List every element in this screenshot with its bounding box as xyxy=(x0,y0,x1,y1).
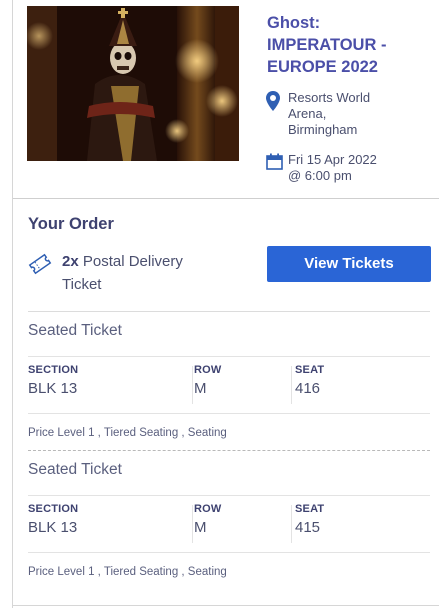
date-info: Fri 15 Apr 2022 @ 6:00 pm xyxy=(266,152,439,184)
event-title-line: Ghost: xyxy=(267,14,321,32)
column-divider xyxy=(192,505,193,543)
event-title-line: IMPERATOUR - xyxy=(267,36,387,54)
row-label: ROW xyxy=(194,364,222,376)
map-pin-icon xyxy=(266,91,288,138)
row-value: M xyxy=(194,380,207,397)
seat-value: 416 xyxy=(295,380,321,397)
event-time: @ 6:00 pm xyxy=(288,168,352,183)
ticket-divider xyxy=(28,495,430,496)
row-column: ROW M xyxy=(194,503,221,536)
column-divider xyxy=(291,366,292,404)
order-panel: Your Order 2x Postal Delivery Ticket Vie… xyxy=(13,199,439,605)
price-level: Price Level 1 , Tiered Seating , Seating xyxy=(28,566,227,578)
ticket-card: Seated Ticket SECTION BLK 13 ROW M SEAT … xyxy=(28,451,430,591)
ticket-icon xyxy=(28,252,62,296)
column-divider xyxy=(192,366,193,404)
event-title[interactable]: Ghost: IMPERATOUR - EUROPE 2022 xyxy=(267,12,437,78)
ticket-card: Seated Ticket SECTION BLK 13 ROW M SEAT … xyxy=(28,312,430,452)
section-label: SECTION xyxy=(28,503,79,515)
view-tickets-button[interactable]: View Tickets xyxy=(267,246,431,282)
seat-value: 415 xyxy=(295,519,321,536)
venue-info: Resorts World Arena, Birmingham xyxy=(266,90,439,138)
row-label: ROW xyxy=(194,503,222,515)
venue-line: Arena, xyxy=(288,106,327,121)
seat-column: SEAT 415 xyxy=(295,503,324,536)
ticket-type: Seated Ticket xyxy=(28,322,122,339)
seat-label: SEAT xyxy=(295,503,325,515)
ticket-divider xyxy=(28,413,430,414)
venue-line: Birmingham xyxy=(288,122,358,137)
panel-bottom-border xyxy=(12,605,439,606)
venue-line: Resorts World xyxy=(288,90,371,105)
ticket-summary: 2x Postal Delivery Ticket xyxy=(28,250,258,296)
section-label: SECTION xyxy=(28,364,79,376)
poster-artwork xyxy=(27,6,239,161)
section-value: BLK 13 xyxy=(28,380,78,397)
row-value: M xyxy=(194,519,207,536)
ticket-quantity: 2x xyxy=(62,253,79,270)
event-title-line: EUROPE 2022 xyxy=(267,58,378,76)
seat-label: SEAT xyxy=(295,364,325,376)
row-column: ROW M xyxy=(194,364,221,397)
price-level: Price Level 1 , Tiered Seating , Seating xyxy=(28,427,227,439)
ticket-divider xyxy=(28,552,430,553)
event-poster-image[interactable] xyxy=(27,6,239,161)
column-divider xyxy=(291,505,292,543)
calendar-icon xyxy=(266,153,288,184)
section-column: SECTION BLK 13 xyxy=(28,503,78,536)
order-title: Your Order xyxy=(28,215,114,233)
delivery-method-cont: Ticket xyxy=(62,276,102,293)
seat-column: SEAT 416 xyxy=(295,364,324,397)
section-value: BLK 13 xyxy=(28,519,78,536)
event-header: Ghost: IMPERATOUR - EUROPE 2022 Resorts … xyxy=(13,0,439,198)
ticket-type: Seated Ticket xyxy=(28,461,122,478)
ticket-divider xyxy=(28,356,430,357)
section-column: SECTION BLK 13 xyxy=(28,364,78,397)
delivery-method: Postal Delivery xyxy=(82,253,183,270)
event-date: Fri 15 Apr 2022 xyxy=(288,152,377,167)
